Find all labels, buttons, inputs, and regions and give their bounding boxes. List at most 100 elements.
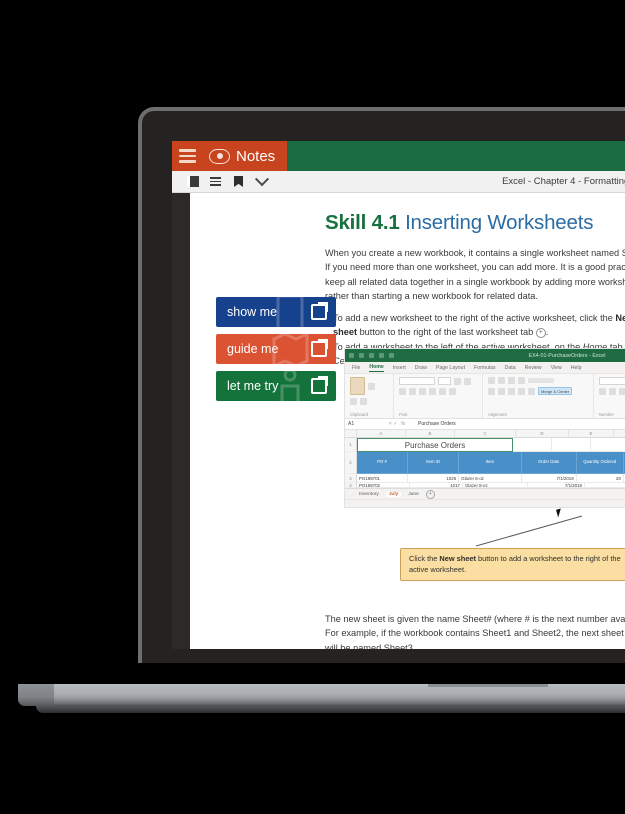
ribbon-tab-page-layout[interactable]: Page Layout — [436, 365, 465, 371]
number-format-select[interactable] — [599, 377, 625, 385]
ribbon-tab-formulas[interactable]: Formulas — [474, 365, 496, 371]
align-bottom-icon[interactable] — [508, 377, 515, 384]
decrease-font-icon[interactable] — [464, 377, 471, 385]
header-cell[interactable]: Item — [459, 452, 522, 474]
align-right-icon[interactable] — [508, 387, 515, 395]
data-cell[interactable]: PO198702 — [357, 483, 410, 488]
font-name-input[interactable] — [399, 377, 435, 385]
show-me-button[interactable]: show me — [216, 297, 336, 327]
data-cell[interactable]: PO198701 — [357, 474, 409, 483]
column-header-f[interactable]: F — [614, 430, 625, 437]
quick-access-toolbar — [349, 353, 394, 358]
row-header-2[interactable]: 2 — [345, 452, 357, 474]
new-sheet-button[interactable]: + — [425, 489, 435, 499]
header-cell[interactable]: Quantity Ordered — [576, 452, 624, 474]
table-row: 2 PO # Item ID Item Order Date Quantity … — [345, 452, 625, 474]
font-color-icon[interactable] — [449, 388, 456, 395]
laptop-base-notch — [428, 684, 548, 687]
data-cell[interactable]: 1017 — [410, 483, 463, 488]
header-cell[interactable]: Order Date — [521, 452, 577, 474]
ribbon-tab-view[interactable]: View — [551, 365, 562, 371]
data-cell[interactable]: 30 — [585, 483, 625, 488]
align-center-icon[interactable] — [498, 387, 505, 395]
ribbon-tab-help[interactable]: Help — [571, 365, 582, 371]
external-link-icon — [311, 376, 328, 394]
ribbon-tab-data[interactable]: Data — [505, 365, 516, 371]
increase-indent-icon[interactable] — [528, 387, 535, 395]
comma-style-icon[interactable] — [619, 388, 625, 395]
row-header-1[interactable]: 1 — [345, 438, 357, 452]
accounting-format-icon[interactable] — [599, 388, 606, 395]
decrease-indent-icon[interactable] — [518, 387, 525, 395]
data-cell[interactable]: 7/1/2019 — [521, 474, 577, 483]
column-header-a[interactable]: A — [357, 430, 406, 437]
data-cell[interactable]: 20 — [576, 474, 624, 483]
ribbon-group-font: Font — [394, 374, 483, 418]
align-top-icon[interactable] — [488, 377, 495, 384]
column-header-b[interactable]: B — [406, 430, 455, 437]
excel-formula-bar: A1 × ✓ fx Purchase Orders — [345, 419, 625, 430]
align-middle-icon[interactable] — [498, 377, 505, 384]
data-cell[interactable]: 1026 — [408, 474, 460, 483]
italic-icon[interactable] — [409, 388, 416, 395]
table-row: 4 PO198702 1017 Glazer 8-oz 7/1/2019 30 … — [345, 483, 625, 488]
name-box[interactable]: A1 — [345, 421, 382, 427]
cut-icon[interactable] — [368, 382, 375, 390]
merged-title-cell[interactable]: Purchase Orders — [357, 438, 513, 452]
merge-center-button[interactable]: Merge & Center — [538, 387, 573, 395]
borders-icon[interactable] — [429, 388, 436, 395]
excel-ribbon: Clipboard Font Merge & Center Alignment … — [345, 374, 625, 419]
hamburger-icon[interactable] — [172, 141, 203, 171]
column-header-c[interactable]: C — [455, 430, 516, 437]
table-row: 1 Purchase Orders — [345, 438, 625, 452]
row-header-4[interactable]: 4 — [345, 483, 357, 488]
data-cell[interactable]: 7/1/2019 — [528, 483, 585, 488]
ribbon-tab-home[interactable]: Home — [369, 364, 384, 372]
orientation-icon[interactable] — [518, 377, 525, 384]
callout-leader-line — [475, 515, 583, 547]
group-label-alignment: Alignment — [488, 412, 507, 417]
header-cell[interactable]: PO # — [357, 452, 409, 474]
list-item: › To add a new worksheet to the right of… — [325, 312, 625, 340]
ribbon-tab-insert[interactable]: Insert — [393, 365, 406, 371]
ribbon-tab-file[interactable]: File — [352, 365, 360, 371]
excel-sheet-tabs: Inventory July June + — [345, 488, 625, 499]
map-ghost-icon — [272, 334, 309, 364]
app-brand[interactable]: Notes — [203, 141, 288, 171]
column-header-d[interactable]: D — [516, 430, 569, 437]
fill-color-icon[interactable] — [439, 388, 446, 395]
paste-icon[interactable] — [350, 377, 365, 395]
format-painter-icon[interactable] — [360, 398, 367, 405]
excel-filename: EX4-01-PurchaseOrders - Excel — [528, 352, 606, 359]
screenshot-stage: Notes Excel - Chapter 4 - Formatting Wor… — [0, 0, 625, 814]
percent-style-icon[interactable] — [609, 388, 616, 395]
header-cell[interactable]: Item ID — [408, 452, 460, 474]
app-header: Notes — [172, 141, 625, 171]
copy-icon[interactable] — [350, 398, 357, 405]
sheet-tab-june[interactable]: June — [408, 492, 418, 497]
sheet-tab-july[interactable]: July — [385, 491, 402, 497]
let-me-try-button[interactable]: let me try — [216, 371, 336, 401]
column-header-e[interactable]: E — [569, 430, 614, 437]
data-cell[interactable]: Glazer 8-oz — [463, 483, 528, 488]
group-label-number: Number — [599, 412, 614, 417]
callout-text-strong: New sheet — [439, 554, 476, 563]
align-left-icon[interactable] — [488, 387, 495, 395]
eye-icon — [209, 148, 230, 164]
excel-grid: A B C D E F G H I J — [345, 430, 625, 488]
increase-font-icon[interactable] — [454, 377, 461, 385]
laptop-base — [18, 684, 625, 713]
excel-window: EX4-01-PurchaseOrders - Excel File Home … — [344, 348, 625, 508]
font-size-input[interactable] — [438, 377, 451, 385]
data-cell[interactable]: Glazer 6-oz — [459, 474, 522, 483]
guide-me-button[interactable]: guide me — [216, 334, 336, 364]
bold-icon[interactable] — [399, 388, 406, 395]
excel-status-bar — [345, 499, 625, 507]
underline-icon[interactable] — [419, 388, 426, 395]
ribbon-tab-review[interactable]: Review — [525, 365, 542, 371]
wrap-text-button[interactable] — [528, 378, 554, 383]
sheet-tab-inventory[interactable]: Inventory — [359, 492, 379, 497]
ribbon-tab-draw[interactable]: Draw — [415, 365, 427, 371]
row-header-3[interactable]: 3 — [345, 474, 357, 483]
formula-bar-content[interactable]: Purchase Orders — [412, 421, 456, 427]
